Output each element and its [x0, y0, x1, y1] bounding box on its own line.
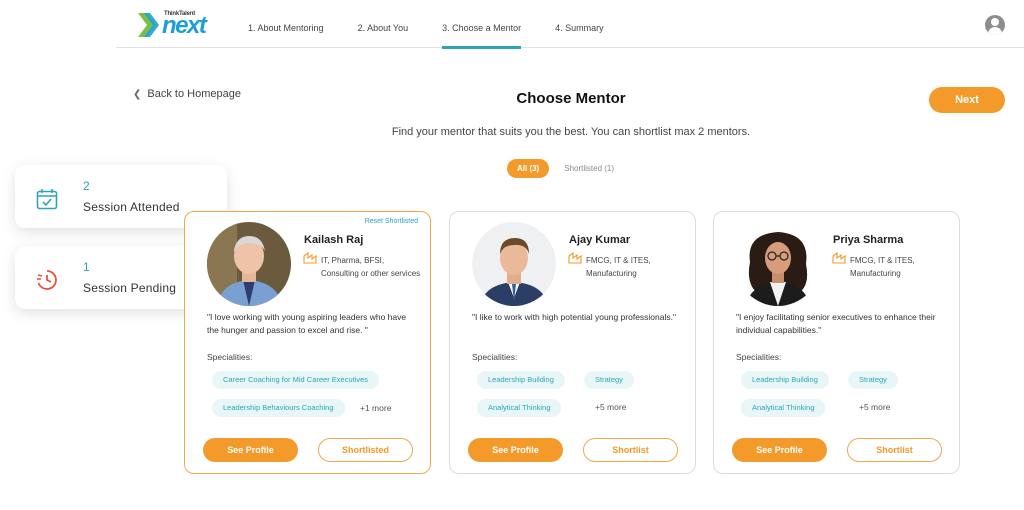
see-profile-button[interactable]: See Profile	[732, 438, 827, 462]
speciality-chip: Leadership Building	[741, 371, 829, 389]
session-pending-label: Session Pending	[83, 281, 177, 295]
mentor-quote: "I enjoy facilitating senior executives …	[736, 312, 936, 335]
clock-pending-icon	[37, 270, 57, 290]
session-attended-count: 2	[83, 179, 90, 193]
reset-shortlisted-link[interactable]: Reset Shortlisted	[365, 218, 418, 225]
speciality-chip: Analytical Thinking	[477, 399, 562, 417]
wizard-steps: 1. About Mentoring 2. About You 3. Choos…	[248, 0, 638, 49]
filter-shortlisted-tab[interactable]: Shortlisted (1)	[564, 164, 614, 173]
speciality-chip: Career Coaching for Mid Career Executive…	[212, 371, 380, 389]
page-title: Choose Mentor	[516, 90, 626, 107]
industry-icon	[832, 252, 846, 264]
mentor-name: Priya Sharma	[833, 234, 904, 246]
shortlist-button[interactable]: Shortlist	[583, 438, 678, 462]
mentor-card-ajay-kumar: Ajay Kumar FMCG, IT & ITES, Manufacturin…	[449, 211, 696, 474]
more-specialities-link[interactable]: +1 more	[360, 403, 391, 413]
mentor-name: Kailash Raj	[304, 234, 364, 246]
speciality-chip: Leadership Building	[477, 371, 565, 389]
top-nav: ThinkTalent next 1. About Mentoring 2. A…	[116, 0, 1024, 49]
user-avatar-icon[interactable]	[985, 15, 1005, 35]
brand-logo[interactable]: ThinkTalent next	[136, 11, 216, 39]
specialities-label: Specialities:	[736, 352, 782, 362]
speciality-chip: Strategy	[848, 371, 898, 389]
shortlist-button[interactable]: Shortlist	[847, 438, 942, 462]
shortlisted-button[interactable]: Shortlisted	[318, 438, 413, 462]
industry-icon	[568, 252, 582, 264]
specialities-label: Specialities:	[472, 352, 518, 362]
step-about-you[interactable]: 2. About You	[358, 0, 409, 48]
next-button[interactable]: Next	[929, 87, 1005, 113]
filter-tabs: All (3) Shortlisted (1)	[507, 159, 614, 178]
more-specialities-link[interactable]: +5 more	[595, 402, 626, 412]
speciality-chip: Strategy	[584, 371, 634, 389]
session-pending-count: 1	[83, 260, 90, 274]
industry-icon	[303, 252, 317, 264]
speciality-chip: Analytical Thinking	[741, 399, 826, 417]
step-about-mentoring[interactable]: 1. About Mentoring	[248, 0, 324, 48]
mentor-card-priya-sharma: Priya Sharma FMCG, IT & ITES, Manufactur…	[713, 211, 960, 474]
specialities-label: Specialities:	[207, 352, 253, 362]
speciality-chip: Leadership Behaviours Coaching	[212, 399, 345, 417]
calendar-check-icon	[36, 189, 58, 210]
mentor-card-kailash-raj: Reset Shortlisted Kailash Raj IT, Pharma…	[184, 211, 431, 474]
logo-chevron-icon	[138, 13, 159, 37]
mentor-photo	[207, 222, 291, 306]
mentor-name: Ajay Kumar	[569, 234, 631, 246]
mentor-industry: FMCG, IT & ITES, Manufacturing	[586, 256, 651, 278]
step-choose-mentor[interactable]: 3. Choose a Mentor	[442, 0, 522, 49]
mentor-photo	[736, 222, 820, 306]
more-specialities-link[interactable]: +5 more	[859, 402, 890, 412]
mentor-quote: "I like to work with high potential youn…	[472, 312, 677, 322]
see-profile-button[interactable]: See Profile	[468, 438, 563, 462]
brand-big-text: next	[162, 12, 207, 39]
mentor-industry: FMCG, IT & ITES, Manufacturing	[850, 256, 915, 278]
mentor-photo	[472, 222, 556, 306]
session-attended-label: Session Attended	[83, 200, 180, 214]
filter-all-tab[interactable]: All (3)	[507, 159, 550, 178]
mentor-quote: "I love working with young aspiring lead…	[207, 312, 407, 335]
step-summary[interactable]: 4. Summary	[555, 0, 604, 48]
page-subtitle: Find your mentor that suits you the best…	[391, 126, 751, 138]
mentor-industry: IT, Pharma, BFSI, Consulting or other se…	[321, 256, 421, 278]
see-profile-button[interactable]: See Profile	[203, 438, 298, 462]
